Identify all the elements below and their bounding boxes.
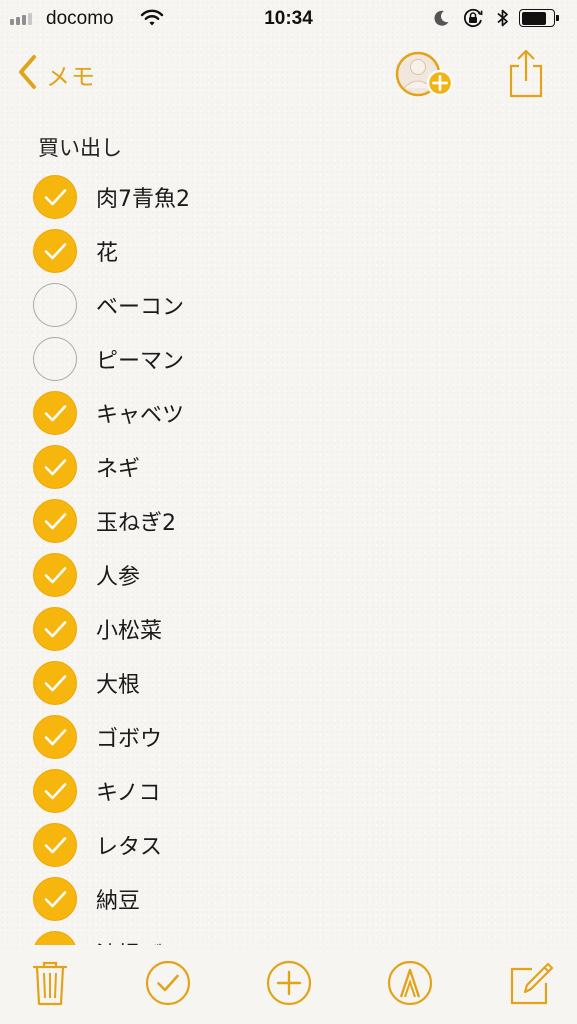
chevron-left-icon [16,53,38,95]
markup-button[interactable] [386,959,434,1007]
rotation-lock-icon [462,8,484,33]
delete-button[interactable] [26,959,74,1007]
checklist-item-label[interactable]: 肉7青魚2 [96,181,190,213]
checkbox-checked[interactable] [33,877,77,921]
add-icon [265,960,313,1011]
checkbox-unchecked[interactable] [33,283,77,327]
checkbox-checked[interactable] [33,661,77,705]
checklist-item-label[interactable]: ベーコン [96,289,184,321]
compose-icon [506,962,554,1011]
checklist-item-label[interactable]: レタス [96,829,162,861]
checklist-item: キノコ [0,764,577,818]
share-button[interactable] [506,48,546,100]
checklist-icon [144,960,192,1011]
checkbox-checked[interactable] [33,391,77,435]
checklist-item: 肉7青魚2 [0,170,577,224]
checkbox-checked[interactable] [33,175,77,219]
bluetooth-icon [496,8,510,33]
checklist-item: ベーコン [0,278,577,332]
compose-button[interactable] [506,959,554,1007]
add-button[interactable] [265,959,313,1007]
checklist-item-label[interactable]: ネギ [96,451,140,483]
checkbox-unchecked[interactable] [33,337,77,381]
checklist-item-label[interactable]: 納豆 [96,883,140,915]
checkbox-checked[interactable] [33,445,77,489]
checkbox-checked[interactable] [33,931,77,945]
checklist-item-label[interactable]: キャベツ [96,397,184,429]
checklist-item-label[interactable]: キノコ [96,775,160,807]
trash-icon [26,961,74,1011]
markup-icon [386,960,434,1011]
checkbox-checked[interactable] [33,823,77,867]
add-person-icon [394,51,456,104]
checkbox-checked[interactable] [33,715,77,759]
checklist-item: 油揚げ [0,926,577,945]
checklist-item-label[interactable]: 油揚げ [96,937,162,945]
battery-icon [519,9,559,27]
checkbox-checked[interactable] [33,769,77,813]
back-button[interactable]: メモ [16,52,96,96]
checklist-item: 玉ねぎ2 [0,494,577,548]
checklist-item-label[interactable]: 花 [96,235,118,267]
share-icon [506,49,546,104]
back-button-label: メモ [46,62,96,91]
checklist-item: 納豆 [0,872,577,926]
checklist-item: ゴボウ [0,710,577,764]
checklist-item-label[interactable]: 小松菜 [96,613,162,645]
checklist: 肉7青魚2 花ベーコンピーマンキャベツネギ玉ねぎ2 人参小松菜大根ゴボウキノコレタス… [0,170,577,945]
checklist-item: 人参 [0,548,577,602]
note-title[interactable]: 買い出し [38,132,122,162]
checklist-item: レタス [0,818,577,872]
checklist-item-label[interactable]: 玉ねぎ2 [96,505,176,537]
checkbox-checked[interactable] [33,553,77,597]
checkbox-checked[interactable] [33,229,77,273]
status-bar: docomo 10:34 [0,0,577,38]
checklist-item: 大根 [0,656,577,710]
checklist-item: ピーマン [0,332,577,386]
checklist-item: ネギ [0,440,577,494]
checkbox-checked[interactable] [33,607,77,651]
checklist-item-label[interactable]: 人参 [96,559,140,591]
checklist-item: キャベツ [0,386,577,440]
checklist-item-label[interactable]: ピーマン [96,343,184,375]
checklist-item: 小松菜 [0,602,577,656]
checkbox-checked[interactable] [33,499,77,543]
checklist-button[interactable] [144,959,192,1007]
checklist-item-label[interactable]: 大根 [96,667,140,699]
do-not-disturb-icon [434,9,450,32]
checklist-item: 花 [0,224,577,278]
bottom-toolbar [0,945,577,1024]
status-time: 10:34 [264,8,313,29]
checklist-item-label[interactable]: ゴボウ [96,721,162,753]
add-person-button[interactable] [394,50,456,100]
